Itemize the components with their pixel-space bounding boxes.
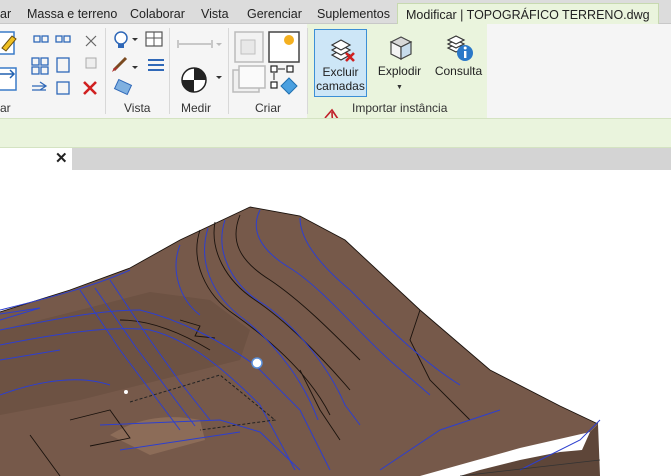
panel-label-view: Vista bbox=[124, 101, 151, 115]
tab-suplementos[interactable]: Suplementos bbox=[317, 4, 390, 24]
explode-dropdown-arrow: ▼ bbox=[396, 84, 403, 91]
delete-layers-icon bbox=[330, 39, 355, 62]
delete-layers-label-line1: Excluir bbox=[322, 65, 359, 79]
panel-label-modify: ar bbox=[0, 101, 11, 115]
panel-label-create: Criar bbox=[255, 101, 281, 115]
ribbon-tab-bar: ar Massa e terreno Colaborar Vista Geren… bbox=[0, 0, 671, 25]
view-tools-icons[interactable] bbox=[110, 30, 168, 96]
tab-partial[interactable]: ar bbox=[0, 4, 11, 24]
panel-separator bbox=[169, 28, 170, 114]
view-tab-strip: ✕ bbox=[0, 148, 671, 170]
terrain-model[interactable] bbox=[0, 170, 671, 476]
ribbon: ar Vista Medir Criar Excluir camadas Exp… bbox=[0, 24, 671, 153]
delete-layers-label-line2: camadas bbox=[316, 79, 365, 93]
tab-gerenciar[interactable]: Gerenciar bbox=[247, 4, 302, 24]
query-icon bbox=[446, 35, 473, 61]
view-tab[interactable]: ✕ bbox=[0, 148, 72, 170]
query-label: Consulta bbox=[434, 64, 483, 78]
panel-separator bbox=[105, 28, 106, 114]
query-button[interactable]: Consulta bbox=[430, 29, 487, 97]
explode-icon bbox=[389, 36, 412, 60]
survey-marker[interactable] bbox=[251, 357, 263, 369]
panel-separator bbox=[228, 28, 229, 114]
3d-view-canvas[interactable] bbox=[0, 170, 671, 476]
measure-tools-icons[interactable] bbox=[174, 30, 226, 96]
tab-massa-e-terreno[interactable]: Massa e terreno bbox=[27, 4, 117, 24]
explode-label: Explodir bbox=[377, 64, 422, 78]
delete-layers-button[interactable]: Excluir camadas bbox=[314, 29, 367, 97]
tab-colaborar[interactable]: Colaborar bbox=[130, 4, 185, 24]
explode-button[interactable]: Explodir ▼ bbox=[372, 29, 427, 97]
panel-label-measure: Medir bbox=[181, 101, 212, 115]
close-icon[interactable]: ✕ bbox=[55, 149, 68, 167]
create-tools-icons[interactable] bbox=[231, 28, 303, 98]
tab-modificar-active[interactable]: Modificar | TOPOGRÁFICO TERRENO.dwg bbox=[397, 3, 659, 25]
modify-tools-icon-grid[interactable] bbox=[0, 30, 100, 96]
options-bar bbox=[0, 118, 671, 148]
tab-vista[interactable]: Vista bbox=[201, 4, 229, 24]
point-marker bbox=[124, 390, 128, 394]
panel-separator bbox=[307, 28, 308, 114]
